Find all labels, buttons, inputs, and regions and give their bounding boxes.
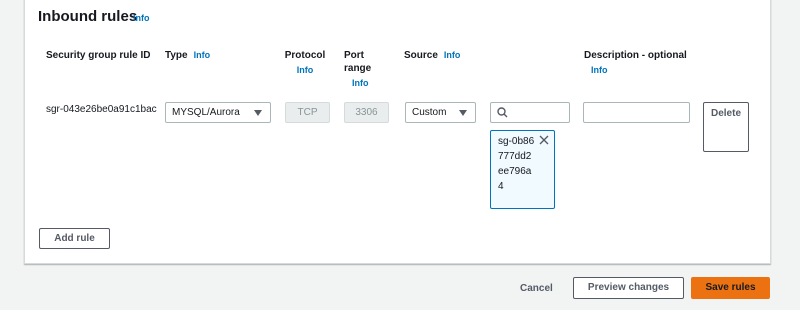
source-select[interactable]: Custom	[405, 102, 476, 123]
search-icon	[497, 107, 508, 118]
header-rule-id: Security group rule ID	[46, 49, 150, 62]
add-rule-button[interactable]: Add rule	[39, 228, 110, 249]
header-protocol: Protocol Info	[284, 49, 326, 77]
header-type-info-link[interactable]: Info	[194, 50, 211, 60]
delete-button[interactable]: Delete	[703, 102, 749, 152]
token-label: sg-0b86777dd2ee796a4	[498, 136, 535, 192]
header-port-range: Port range Info	[344, 49, 384, 90]
save-rules-button[interactable]: Save rules	[691, 277, 770, 299]
header-port-range-label-2: range	[344, 63, 372, 74]
security-group-token: sg-0b86777dd2ee796a4	[490, 130, 555, 209]
description-input[interactable]	[583, 102, 690, 123]
header-port-range-label-1: Port	[344, 50, 364, 61]
caret-down-icon	[254, 110, 262, 116]
panel-title: Inbound rules	[38, 8, 138, 25]
caret-down-icon	[459, 110, 467, 116]
header-description-info-link[interactable]: Info	[591, 64, 608, 77]
header-description: Description - optional Info	[584, 49, 687, 77]
header-source-label: Source	[404, 50, 438, 61]
preview-changes-button[interactable]: Preview changes	[573, 277, 684, 299]
header-type-label: Type	[165, 50, 188, 61]
rule-id-value: sgr-043e26be0a91c1bac	[46, 104, 157, 115]
header-description-label: Description - optional	[584, 50, 687, 61]
source-search-input[interactable]	[490, 102, 570, 123]
port-range-field: 3306	[344, 102, 389, 123]
header-protocol-label: Protocol	[284, 50, 326, 61]
header-port-range-info-link[interactable]: Info	[352, 77, 369, 90]
cancel-button[interactable]: Cancel	[520, 283, 553, 294]
inbound-rules-panel	[24, 0, 771, 264]
type-select-value: MYSQL/Aurora	[172, 107, 240, 118]
type-select[interactable]: MYSQL/Aurora	[165, 102, 271, 123]
panel-info-link[interactable]: Info	[133, 13, 150, 23]
header-source: Source Info	[404, 49, 460, 62]
header-rule-id-label: Security group rule ID	[46, 50, 151, 61]
protocol-field: TCP	[285, 102, 330, 123]
close-icon[interactable]	[539, 135, 549, 145]
header-protocol-info-link[interactable]: Info	[297, 64, 314, 77]
header-type: Type Info	[165, 49, 210, 62]
source-select-value: Custom	[412, 107, 447, 118]
header-source-info-link[interactable]: Info	[444, 50, 461, 60]
